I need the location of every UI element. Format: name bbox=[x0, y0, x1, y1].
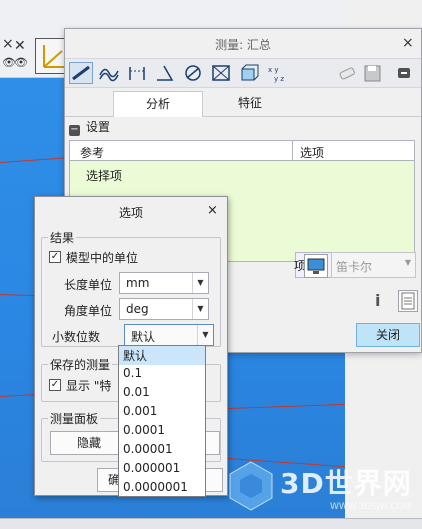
tool-x-icon[interactable]: ✕ bbox=[14, 38, 26, 54]
angle-icon[interactable] bbox=[153, 62, 177, 84]
angle-unit-select[interactable]: deg ▼ bbox=[119, 298, 209, 320]
dropdown-option-default[interactable]: 默认 bbox=[119, 346, 205, 365]
close-button[interactable]: 关闭 bbox=[356, 323, 420, 347]
watermark-url: WWW.3DSJW.COM bbox=[330, 502, 412, 512]
decimal-places-select[interactable]: 默认 ▼ bbox=[124, 324, 214, 346]
reference-table-header: 参考 选项 bbox=[70, 141, 414, 161]
coordinate-system-value: 笛卡尔 bbox=[336, 260, 373, 274]
chevron-down-icon: ▼ bbox=[197, 325, 213, 345]
result-group: 结果 ✓ 模型中的单位 长度单位 mm ▼ 角度单位 deg ▼ 小数位数 默认… bbox=[41, 229, 221, 347]
tab-analysis[interactable]: 分析 bbox=[113, 91, 203, 117]
save-icon[interactable] bbox=[361, 62, 385, 84]
status-bar bbox=[0, 518, 422, 529]
eye-icon-2[interactable]: 👁 bbox=[14, 56, 28, 69]
monitor-icon bbox=[307, 258, 325, 274]
angle-unit-label: 角度单位 bbox=[64, 304, 113, 318]
dropdown-option[interactable]: 0.0000001 bbox=[119, 479, 205, 498]
decimal-places-dropdown-list: 默认 0.1 0.01 0.001 0.0001 0.00001 0.00000… bbox=[118, 345, 206, 497]
svg-text:y z: y z bbox=[274, 75, 284, 83]
column-header-reference: 参考 bbox=[80, 146, 105, 160]
summary-ruler-icon[interactable] bbox=[69, 62, 93, 84]
show-feature-label: 显示 "特 bbox=[66, 379, 112, 393]
info-icon[interactable]: i bbox=[375, 291, 391, 311]
decimal-places-label: 小数位数 bbox=[52, 330, 101, 344]
watermark-cube-icon bbox=[229, 461, 273, 511]
options-dialog-titlebar[interactable]: 选项 × bbox=[35, 197, 227, 225]
options-dialog-title: 选项 bbox=[118, 206, 143, 220]
dropdown-option[interactable]: 0.00001 bbox=[119, 441, 205, 460]
decimal-places-value: 默认 bbox=[131, 330, 156, 344]
result-group-label: 结果 bbox=[48, 229, 77, 246]
close-icon[interactable]: × bbox=[402, 35, 414, 51]
watermark: 3D世界网 WWW.3DSJW.COM bbox=[226, 458, 422, 518]
model-edge-line bbox=[227, 403, 345, 409]
select-items-placeholder[interactable]: 选择项 bbox=[86, 167, 122, 184]
svg-text:x y: x y bbox=[268, 66, 279, 74]
area-icon[interactable] bbox=[209, 62, 233, 84]
measure-panel-label: 测量面板 bbox=[48, 410, 101, 427]
saved-measures-label: 保存的测量 bbox=[48, 356, 113, 373]
model-units-checkbox[interactable]: ✓ bbox=[49, 251, 61, 263]
document-icon[interactable] bbox=[398, 290, 418, 312]
tab-feature[interactable]: 特征 bbox=[205, 91, 295, 117]
chevron-down-icon: ▼ bbox=[404, 258, 411, 267]
measure-window-titlebar[interactable]: 测量: 汇总 × bbox=[65, 29, 421, 57]
chevron-down-icon: ▼ bbox=[192, 273, 208, 293]
dropdown-option[interactable]: 0.000001 bbox=[119, 460, 205, 479]
eraser-icon[interactable] bbox=[335, 62, 359, 84]
length-unit-value: mm bbox=[126, 276, 150, 290]
collapse-toolbar-icon[interactable] bbox=[395, 62, 413, 84]
volume-icon[interactable] bbox=[237, 62, 261, 84]
length-unit-select[interactable]: mm ▼ bbox=[119, 272, 209, 294]
model-units-label: 模型中的单位 bbox=[66, 251, 139, 265]
distance-icon[interactable] bbox=[125, 62, 149, 84]
hide-button[interactable]: 隐藏 bbox=[50, 431, 128, 455]
transform-xyz-icon[interactable]: x yy z bbox=[265, 62, 289, 84]
close-icon[interactable]: × bbox=[207, 203, 218, 218]
coordinate-system-dropdown[interactable]: 笛卡尔 ▼ bbox=[331, 252, 416, 278]
angle-unit-value: deg bbox=[126, 302, 149, 316]
coordinate-system-button[interactable] bbox=[304, 254, 328, 278]
chevron-down-icon: ▼ bbox=[192, 299, 208, 319]
watermark-text: 3D世界网 bbox=[280, 467, 412, 500]
analysis-tab-bar: 分析 特征 bbox=[65, 89, 421, 117]
diameter-icon[interactable] bbox=[181, 62, 205, 84]
column-header-option: 选项 bbox=[300, 146, 325, 160]
dropdown-option[interactable]: 0.01 bbox=[119, 384, 205, 403]
measure-window-title: 测量: 汇总 bbox=[215, 38, 271, 52]
close-small-icon[interactable]: × bbox=[2, 36, 14, 52]
dropdown-option[interactable]: 0.1 bbox=[119, 365, 205, 384]
settings-label: 设置 bbox=[86, 120, 111, 134]
show-feature-checkbox[interactable]: ✓ bbox=[49, 379, 61, 391]
dropdown-option[interactable]: 0.0001 bbox=[119, 422, 205, 441]
length-curve-icon[interactable] bbox=[97, 62, 121, 84]
length-unit-label: 长度单位 bbox=[64, 278, 113, 292]
collapse-minus-icon[interactable]: − bbox=[69, 125, 80, 136]
measure-toolbar: x yy z bbox=[65, 58, 421, 88]
column-divider bbox=[292, 141, 293, 161]
dropdown-option[interactable]: 0.001 bbox=[119, 403, 205, 422]
settings-section-header[interactable]: − 设置 bbox=[69, 118, 369, 136]
